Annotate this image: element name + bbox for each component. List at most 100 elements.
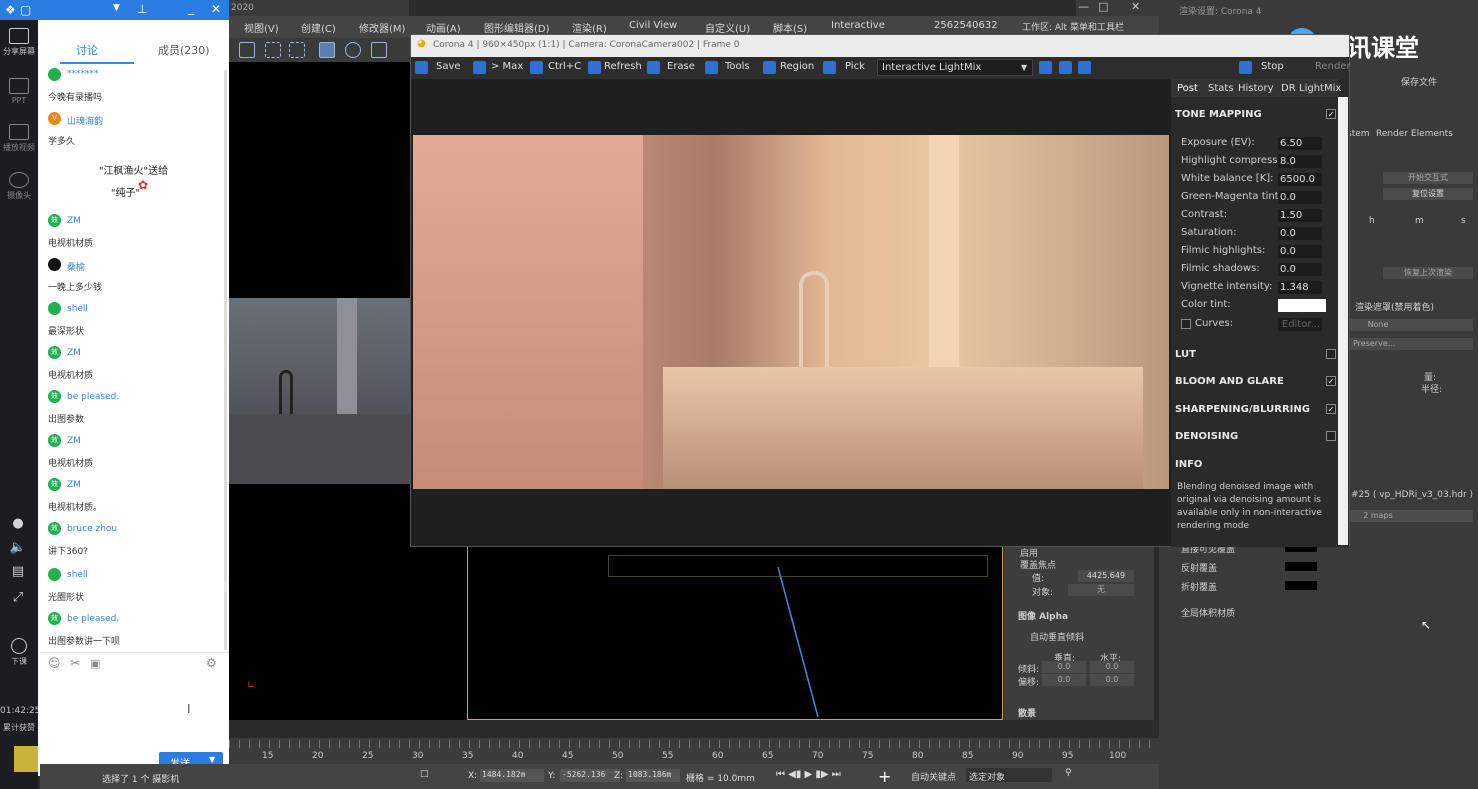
play-video-button[interactable]: 播放视频 [0, 124, 38, 153]
bloom-glare-header[interactable]: BLOOM AND GLARE [1175, 376, 1284, 387]
menu-create[interactable]: 创建(C) [301, 20, 336, 35]
maximize-icon[interactable]: □ [1098, 0, 1108, 13]
chat-input[interactable] [40, 674, 226, 750]
lock-icon[interactable]: □ [420, 769, 429, 779]
refresh-button[interactable]: Refresh [604, 61, 642, 72]
add-key-icon[interactable]: + [878, 767, 891, 786]
playback-controls[interactable]: ⏮ ◀▮ ▶ ▮▶ ⏭ [776, 769, 841, 780]
start-interactive-button[interactable]: 开始交互式 [1383, 172, 1473, 184]
pin-icon[interactable]: ⊥ [137, 2, 147, 16]
auto-key-button[interactable]: 自动关键点 [911, 770, 956, 783]
tools-button[interactable]: Tools [725, 61, 750, 72]
tab-dr[interactable]: DR [1281, 83, 1296, 94]
refresh-icon[interactable] [588, 61, 601, 74]
close-icon[interactable]: ✕ [211, 2, 221, 16]
gear-icon[interactable]: ⚙ [206, 656, 217, 670]
denoising-header[interactable]: DENOISING [1175, 431, 1238, 442]
save-file-checkbox[interactable]: 保存文件 [1401, 75, 1437, 88]
tab-lightmix[interactable]: LightMix [1299, 83, 1341, 94]
tools-icon[interactable] [705, 61, 718, 74]
copy-button[interactable]: Ctrl+C [548, 61, 581, 72]
menu-modifiers[interactable]: 修改器(M) [359, 20, 405, 35]
shift-vertical-spinner[interactable]: 0.0 [1042, 674, 1086, 686]
tab-members[interactable]: 成员(230) [158, 42, 210, 58]
message-sender[interactable]: ZM [67, 348, 81, 358]
timeline[interactable]: 15 20 25 30 35 40 45 50 55 60 65 70 75 8… [229, 738, 1159, 764]
viewport-perspective[interactable] [229, 298, 410, 484]
curves-checkbox[interactable] [1181, 319, 1191, 329]
menu-scripting[interactable]: 脚本(S) [773, 20, 807, 35]
filmic-shadows-spinner[interactable]: 0.0 [1278, 263, 1322, 276]
menu-customize[interactable]: 自定义(U) [705, 20, 750, 35]
curves-editor-button[interactable]: Editor... [1278, 318, 1322, 331]
tab-post[interactable]: Post [1177, 83, 1198, 94]
menu-rendering[interactable]: 渲染(R) [572, 20, 607, 35]
bokeh-rollout-title[interactable]: 散景 [1018, 706, 1036, 719]
rect-select-icon[interactable] [265, 42, 281, 58]
cover-focus-label[interactable]: 覆盖焦点 [1020, 558, 1056, 571]
tab-stats[interactable]: Stats [1208, 83, 1234, 94]
tab-discuss[interactable]: 讨论 [76, 42, 98, 58]
x-coordinate-field[interactable]: 1484.182m [480, 769, 544, 782]
bloom-glare-checkbox[interactable]: ✓ [1326, 376, 1336, 386]
value-spinner[interactable]: 4425.649 [1078, 570, 1134, 582]
end-class-button[interactable]: 下课 [0, 638, 38, 667]
key-filter-select[interactable]: 选定对象 [966, 768, 1052, 783]
pick-button[interactable]: Pick [845, 61, 865, 72]
popout-icon[interactable]: ▢ [20, 3, 31, 17]
vignette-spinner[interactable]: 1.348 [1278, 281, 1322, 294]
saturation-spinner[interactable]: 0.0 [1278, 227, 1322, 240]
microphone-icon[interactable]: ● [8, 516, 28, 531]
tab-render-elements[interactable]: Render Elements [1376, 129, 1453, 139]
scissors-icon[interactable]: ✂ [70, 656, 80, 670]
viewport-camera[interactable] [467, 546, 1003, 720]
tab-history[interactable]: History [1238, 83, 1274, 94]
emoji-icon[interactable]: ☺ [48, 656, 61, 670]
green-magenta-spinner[interactable]: 0.0 [1278, 191, 1322, 204]
message-sender[interactable]: bruce zhou [67, 524, 117, 534]
auto-vertical-tilt-label[interactable]: 自动垂直倾斜 [1030, 630, 1084, 643]
panel-scrollbar[interactable] [1338, 97, 1348, 545]
region-icon[interactable] [763, 61, 776, 74]
speaker-icon[interactable]: 🔈 [8, 540, 28, 555]
filmic-highlights-spinner[interactable]: 0.0 [1278, 245, 1322, 258]
erase-button[interactable]: Erase [667, 61, 695, 72]
to-max-button[interactable]: > Max [491, 61, 523, 72]
tone-mapping-checkbox[interactable]: ✓ [1326, 109, 1336, 119]
copy-icon[interactable] [530, 61, 543, 74]
pick-icon[interactable] [823, 61, 836, 74]
move-icon[interactable] [319, 42, 335, 58]
stop-button[interactable]: Stop [1261, 61, 1284, 72]
minimize-icon[interactable]: — [1078, 0, 1089, 13]
message-sender[interactable]: 桑榆 [67, 260, 85, 273]
reflect-color-swatch[interactable] [1285, 562, 1317, 571]
color-tint-swatch[interactable] [1278, 299, 1326, 312]
region-button[interactable]: Region [780, 61, 814, 72]
close-icon[interactable]: ✕ [1131, 0, 1140, 13]
dropdown-icon[interactable]: ▼ [113, 3, 120, 13]
message-sender[interactable]: shell [67, 304, 88, 314]
message-sender[interactable]: ZM [67, 216, 81, 226]
zoom-icon[interactable]: ⚲ [1065, 768, 1072, 778]
minimize-icon[interactable]: _ [188, 1, 194, 15]
exposure-spinner[interactable]: 6.50 [1278, 137, 1322, 150]
message-sender[interactable]: ZM [67, 480, 81, 490]
max-icon[interactable] [473, 61, 486, 74]
save-button[interactable]: Save [436, 61, 461, 72]
menu-civil-view[interactable]: Civil View [629, 20, 677, 31]
share-screen-button[interactable]: 分享屏幕 [0, 28, 38, 57]
chevron-down-icon[interactable]: ▼ [209, 755, 215, 764]
restore-last-render-button[interactable]: 恢复上次渲染 [1383, 267, 1473, 279]
message-sender[interactable]: ZM [67, 436, 81, 446]
shift-horizontal-spinner[interactable]: 0.0 [1090, 674, 1134, 686]
message-sender[interactable]: be pleased. [67, 614, 119, 624]
zoom-fit-icon[interactable] [1078, 61, 1091, 74]
message-sender[interactable]: shell [67, 570, 88, 580]
contrast-spinner[interactable]: 1.50 [1278, 209, 1322, 222]
stats-icon[interactable]: ▤ [8, 564, 28, 579]
global-volume-label[interactable]: 全局体积材质 [1181, 606, 1235, 619]
reset-settings-button[interactable]: 复位设置 [1383, 188, 1473, 200]
message-sender[interactable]: ******* [67, 69, 99, 79]
tone-mapping-header[interactable]: TONE MAPPING [1175, 109, 1262, 120]
erase-icon[interactable] [647, 61, 660, 74]
